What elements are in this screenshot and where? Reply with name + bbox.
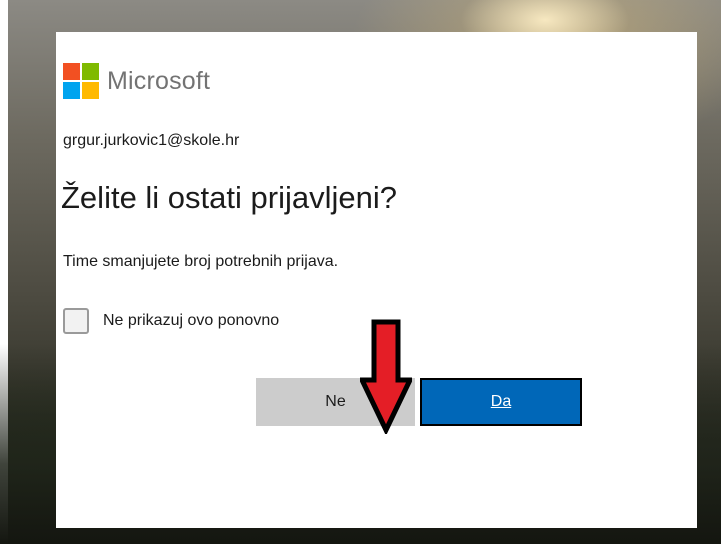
dont-show-again-label[interactable]: Ne prikazuj ovo ponovno bbox=[103, 312, 279, 330]
microsoft-logo: Microsoft bbox=[63, 63, 210, 99]
yes-button[interactable]: Da bbox=[420, 378, 582, 426]
dont-show-again-checkbox[interactable] bbox=[63, 308, 89, 334]
dont-show-again-row[interactable]: Ne prikazuj ovo ponovno bbox=[63, 308, 279, 334]
microsoft-logo-icon bbox=[63, 63, 99, 99]
sign-in-dialog bbox=[56, 32, 697, 528]
page-title: Želite li ostati prijavljeni? bbox=[61, 180, 397, 215]
red-down-arrow-icon bbox=[360, 319, 412, 434]
account-email: grgur.jurkovic1@skole.hr bbox=[63, 132, 240, 149]
prompt-description: Time smanjujete broj potrebnih prijava. bbox=[63, 253, 339, 270]
brand-name: Microsoft bbox=[107, 66, 211, 95]
